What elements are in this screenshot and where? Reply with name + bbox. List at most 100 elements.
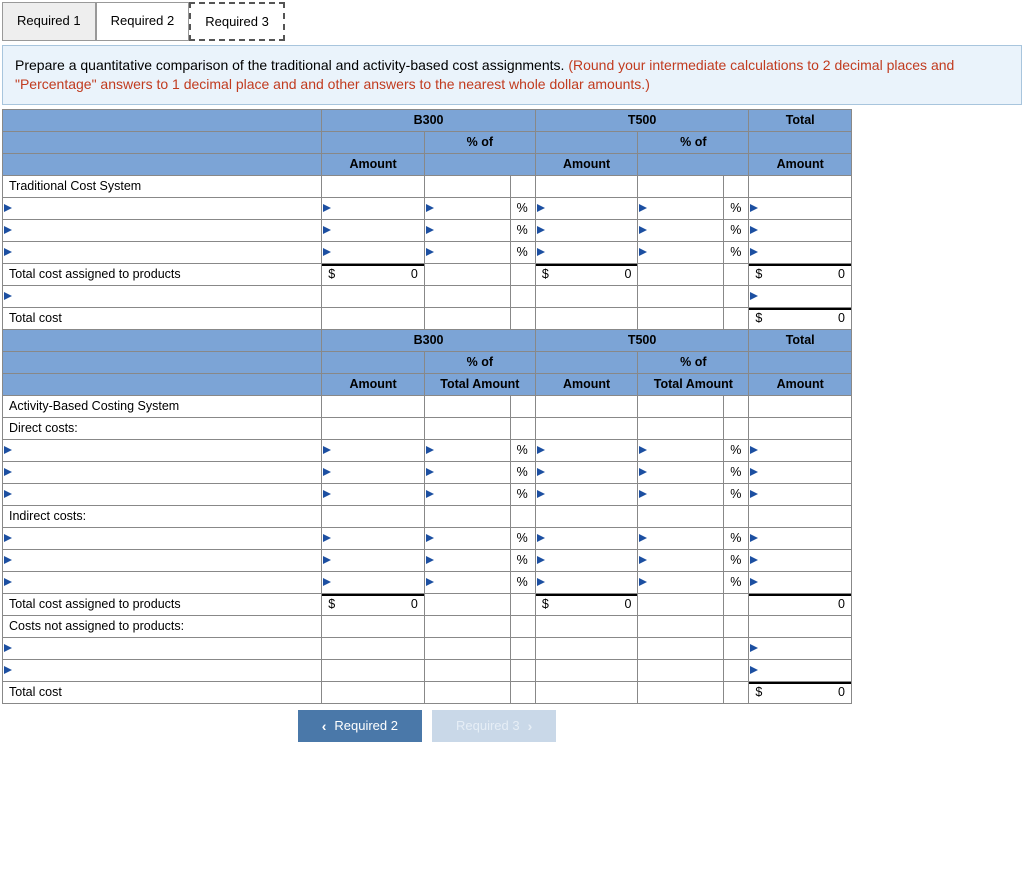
amount-input[interactable] <box>535 219 638 241</box>
amount-input[interactable] <box>535 197 638 219</box>
cell[interactable] <box>424 637 510 659</box>
cell[interactable] <box>424 505 510 527</box>
dropdown-arrow-icon[interactable] <box>749 286 759 307</box>
pct-input[interactable] <box>638 197 724 219</box>
dropdown-arrow-icon[interactable] <box>3 528 13 549</box>
dropdown-arrow-icon[interactable] <box>638 550 648 571</box>
dropdown-arrow-icon[interactable] <box>749 484 759 505</box>
amount-input[interactable] <box>749 197 852 219</box>
pct-input[interactable] <box>638 483 724 505</box>
dropdown-arrow-icon[interactable] <box>749 440 759 461</box>
cell[interactable] <box>749 505 852 527</box>
cell[interactable] <box>749 395 852 417</box>
row-label-input[interactable] <box>3 461 322 483</box>
cell[interactable] <box>322 285 425 307</box>
amount-input[interactable] <box>535 439 638 461</box>
dropdown-arrow-icon[interactable] <box>322 462 332 483</box>
dropdown-arrow-icon[interactable] <box>536 220 546 241</box>
cell[interactable] <box>638 175 724 197</box>
dropdown-arrow-icon[interactable] <box>425 484 435 505</box>
dropdown-arrow-icon[interactable] <box>536 198 546 219</box>
amount-input[interactable] <box>322 197 425 219</box>
row-label-input[interactable] <box>3 285 322 307</box>
dropdown-arrow-icon[interactable] <box>425 440 435 461</box>
row-label-input[interactable] <box>3 241 322 263</box>
amount-input[interactable] <box>535 241 638 263</box>
cell[interactable] <box>322 505 425 527</box>
cell[interactable] <box>638 285 724 307</box>
pct-input[interactable] <box>424 571 510 593</box>
dropdown-arrow-icon[interactable] <box>3 484 13 505</box>
dropdown-arrow-icon[interactable] <box>749 572 759 593</box>
dropdown-arrow-icon[interactable] <box>749 220 759 241</box>
pct-input[interactable] <box>424 439 510 461</box>
pct-input[interactable] <box>424 219 510 241</box>
dropdown-arrow-icon[interactable] <box>536 440 546 461</box>
amount-input[interactable] <box>749 527 852 549</box>
pct-input[interactable] <box>424 461 510 483</box>
dropdown-arrow-icon[interactable] <box>3 286 13 307</box>
pct-input[interactable] <box>638 549 724 571</box>
dropdown-arrow-icon[interactable] <box>322 440 332 461</box>
pct-input[interactable] <box>638 439 724 461</box>
dropdown-arrow-icon[interactable] <box>425 242 435 263</box>
cell[interactable] <box>535 175 638 197</box>
amount-input[interactable] <box>535 549 638 571</box>
dropdown-arrow-icon[interactable] <box>638 572 648 593</box>
dropdown-arrow-icon[interactable] <box>322 220 332 241</box>
dropdown-arrow-icon[interactable] <box>425 462 435 483</box>
amount-input[interactable] <box>749 461 852 483</box>
cell[interactable] <box>535 505 638 527</box>
dropdown-arrow-icon[interactable] <box>536 242 546 263</box>
row-label-input[interactable] <box>3 571 322 593</box>
row-label-input[interactable] <box>3 439 322 461</box>
dropdown-arrow-icon[interactable] <box>536 528 546 549</box>
row-label-input[interactable] <box>3 659 322 681</box>
cell[interactable] <box>638 395 724 417</box>
dropdown-arrow-icon[interactable] <box>3 440 13 461</box>
amount-input[interactable] <box>322 439 425 461</box>
pct-input[interactable] <box>424 241 510 263</box>
pct-input[interactable] <box>424 197 510 219</box>
cell[interactable] <box>322 637 425 659</box>
dropdown-arrow-icon[interactable] <box>638 220 648 241</box>
tab-required-3[interactable]: Required 3 <box>189 2 285 41</box>
dropdown-arrow-icon[interactable] <box>425 528 435 549</box>
dropdown-arrow-icon[interactable] <box>3 220 13 241</box>
cell[interactable] <box>749 615 852 637</box>
dropdown-arrow-icon[interactable] <box>3 550 13 571</box>
cell[interactable] <box>535 637 638 659</box>
pct-input[interactable] <box>424 483 510 505</box>
cell[interactable] <box>535 659 638 681</box>
amount-input[interactable] <box>749 549 852 571</box>
cell[interactable] <box>322 175 425 197</box>
amount-input[interactable] <box>749 659 852 681</box>
row-label-input[interactable] <box>3 527 322 549</box>
cell[interactable] <box>322 615 425 637</box>
dropdown-arrow-icon[interactable] <box>638 462 648 483</box>
dropdown-arrow-icon[interactable] <box>3 660 13 681</box>
amount-input[interactable] <box>322 571 425 593</box>
cell[interactable] <box>424 615 510 637</box>
row-label-input[interactable] <box>3 219 322 241</box>
tab-required-2[interactable]: Required 2 <box>96 2 190 41</box>
dropdown-arrow-icon[interactable] <box>3 198 13 219</box>
amount-input[interactable] <box>749 571 852 593</box>
dropdown-arrow-icon[interactable] <box>749 638 759 659</box>
amount-input[interactable] <box>535 483 638 505</box>
dropdown-arrow-icon[interactable] <box>425 220 435 241</box>
cell[interactable] <box>638 659 724 681</box>
dropdown-arrow-icon[interactable] <box>749 550 759 571</box>
pct-input[interactable] <box>638 219 724 241</box>
cell[interactable] <box>424 175 510 197</box>
dropdown-arrow-icon[interactable] <box>638 198 648 219</box>
dropdown-arrow-icon[interactable] <box>3 462 13 483</box>
amount-input[interactable] <box>322 219 425 241</box>
dropdown-arrow-icon[interactable] <box>749 462 759 483</box>
cell[interactable] <box>638 615 724 637</box>
dropdown-arrow-icon[interactable] <box>425 572 435 593</box>
dropdown-arrow-icon[interactable] <box>322 198 332 219</box>
pct-input[interactable] <box>638 571 724 593</box>
dropdown-arrow-icon[interactable] <box>425 550 435 571</box>
cell[interactable] <box>535 417 638 439</box>
